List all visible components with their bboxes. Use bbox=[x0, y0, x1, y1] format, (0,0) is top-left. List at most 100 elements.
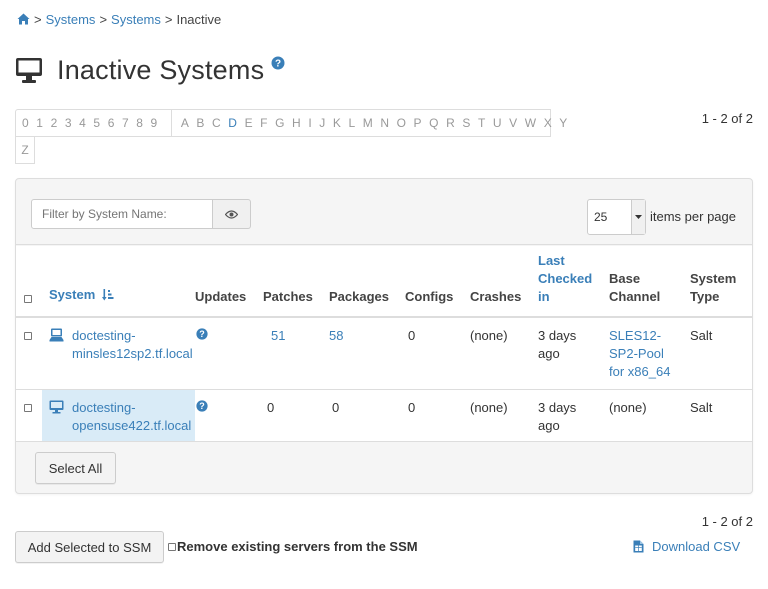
alpha-5: 5 bbox=[93, 116, 101, 130]
column-last-checked-line-3: in bbox=[538, 289, 550, 304]
filter-button[interactable] bbox=[213, 199, 251, 229]
table-row: doctesting- minsles12sp2.tf.local ? 51 5… bbox=[16, 317, 752, 389]
row-select-cell bbox=[16, 317, 42, 389]
system-name-line-2: minsles12sp2.tf.local bbox=[72, 346, 193, 361]
system-cell: doctesting- opensuse422.tf.local bbox=[42, 389, 195, 441]
column-last-checked[interactable]: Last Checked in bbox=[538, 246, 609, 318]
alpha-i: I bbox=[308, 116, 312, 130]
column-base-channel: Base Channel bbox=[609, 246, 690, 318]
last-checked-line-1: 3 days bbox=[538, 328, 577, 343]
updates-cell: ? bbox=[195, 317, 263, 389]
items-per-page-value: 25 bbox=[594, 210, 608, 224]
items-per-page-label: items per page bbox=[650, 209, 736, 224]
patches-link[interactable]: 51 bbox=[271, 328, 285, 343]
alpha-b: B bbox=[196, 116, 205, 130]
breadcrumb-separator: > bbox=[99, 11, 108, 27]
last-checked-line-2: ago bbox=[538, 346, 560, 361]
breadcrumb-current: Inactive bbox=[176, 11, 222, 27]
base-channel-line-3: for x86_64 bbox=[609, 364, 671, 379]
alpha-m: M bbox=[362, 116, 373, 130]
column-system-type: System Type bbox=[690, 246, 752, 318]
alpha-9: 9 bbox=[150, 116, 158, 130]
alpha-t: T bbox=[477, 116, 486, 130]
svg-text:?: ? bbox=[275, 58, 281, 69]
last-checked-line-1: 3 days bbox=[538, 399, 577, 415]
alpha-y: Y bbox=[559, 116, 568, 130]
download-csv-link[interactable]: Download CSV bbox=[633, 539, 740, 554]
crashes-cell: (none) bbox=[470, 399, 508, 415]
last-checked-cell: 3 days ago bbox=[538, 317, 609, 389]
table-row: doctesting- opensuse422.tf.local ? 0 0 0… bbox=[16, 389, 752, 441]
alpha-s: S bbox=[462, 116, 471, 130]
configs-cell: 0 bbox=[408, 328, 416, 343]
alpha-p: P bbox=[413, 116, 422, 130]
remove-existing-option[interactable]: Remove existing servers from the SSM bbox=[168, 539, 418, 554]
desktop-icon bbox=[49, 400, 64, 414]
question-circle-icon[interactable]: ? bbox=[271, 56, 285, 73]
column-system[interactable]: System bbox=[42, 246, 195, 318]
patches-cell: 0 bbox=[267, 399, 275, 415]
alpha-3: 3 bbox=[64, 116, 72, 130]
alpha-8: 8 bbox=[136, 116, 143, 130]
base-channel-link[interactable]: SLES12- SP2-Pool for x86_64 bbox=[609, 328, 670, 379]
question-circle-icon[interactable]: ? bbox=[196, 328, 208, 340]
question-circle-icon[interactable]: ? bbox=[196, 399, 208, 412]
column-system-type-line-2: Type bbox=[690, 289, 720, 304]
alpha-z: Z bbox=[15, 136, 35, 164]
filter-group bbox=[31, 199, 251, 229]
items-per-page-select[interactable]: 25 bbox=[587, 199, 646, 235]
home-icon[interactable] bbox=[17, 13, 30, 25]
row-checkbox[interactable] bbox=[24, 332, 32, 340]
remove-existing-label: Remove existing servers from the SSM bbox=[177, 539, 418, 554]
column-system-type-line-1: System bbox=[690, 271, 737, 286]
select-all-header bbox=[16, 246, 42, 318]
table-header-row: System Updates Patches Packages Configs … bbox=[16, 246, 752, 318]
add-selected-to-ssm-button[interactable]: Add Selected to SSM bbox=[15, 531, 164, 563]
eye-icon bbox=[225, 209, 238, 219]
alpha-n: N bbox=[380, 116, 389, 130]
base-channel-cell: (none) bbox=[609, 399, 647, 415]
digit-group: 0 1 2 3 4 5 6 7 8 9 bbox=[16, 110, 171, 136]
alpha-h: H bbox=[292, 116, 301, 130]
alpha-f: F bbox=[260, 116, 268, 130]
select-all-checkbox[interactable] bbox=[24, 295, 32, 303]
row-checkbox[interactable] bbox=[24, 403, 32, 412]
alpha-o: O bbox=[396, 116, 406, 130]
server-icon bbox=[49, 328, 64, 342]
last-checked-cell: 3 days ago bbox=[538, 389, 609, 441]
alpha-1: 1 bbox=[36, 116, 43, 130]
alpha-r: R bbox=[446, 116, 455, 130]
column-crashes: Crashes bbox=[470, 246, 538, 318]
alpha-d[interactable]: D bbox=[228, 116, 237, 130]
packages-link[interactable]: 58 bbox=[329, 328, 343, 343]
system-name-line-1: doctesting- bbox=[72, 399, 136, 415]
breadcrumb-systems-list[interactable]: Systems bbox=[111, 12, 161, 27]
system-link[interactable]: doctesting- minsles12sp2.tf.local bbox=[72, 327, 193, 363]
page-header: Inactive Systems ? bbox=[15, 52, 285, 88]
remove-existing-checkbox[interactable] bbox=[168, 542, 176, 551]
alpha-c: C bbox=[212, 116, 221, 130]
systems-table: System Updates Patches Packages Configs … bbox=[16, 246, 752, 442]
select-all-button[interactable]: Select All bbox=[35, 452, 116, 484]
pagination-count-bottom: 1 - 2 of 2 bbox=[701, 514, 753, 529]
breadcrumb-systems[interactable]: Systems bbox=[46, 12, 96, 27]
alpha-4: 4 bbox=[79, 116, 86, 130]
filter-input[interactable] bbox=[31, 199, 213, 229]
system-link[interactable]: doctesting- opensuse422.tf.local bbox=[72, 399, 191, 435]
row-select-cell bbox=[16, 389, 42, 441]
svg-text:?: ? bbox=[199, 329, 205, 339]
alpha-x: X bbox=[543, 116, 552, 130]
alpha-2: 2 bbox=[50, 116, 58, 130]
packages-cell: 0 bbox=[332, 399, 340, 415]
column-base-channel-line-2: Channel bbox=[609, 289, 661, 304]
alpha-6: 6 bbox=[107, 116, 115, 130]
system-name-line-2: opensuse422.tf.local bbox=[72, 417, 192, 433]
alpha-u: U bbox=[492, 116, 502, 130]
column-patches: Patches bbox=[263, 246, 329, 318]
alpha-q: Q bbox=[429, 116, 439, 130]
letter-group: A B C D E F G H I J K L M N O P Q R S T … bbox=[170, 110, 574, 136]
alpha-g: G bbox=[275, 116, 285, 130]
alphabet-filter-bar: 0 1 2 3 4 5 6 7 8 9 A B C D E F G H I J … bbox=[15, 109, 567, 137]
svg-text:?: ? bbox=[199, 401, 205, 411]
system-name-line-1: doctesting- bbox=[72, 328, 136, 343]
